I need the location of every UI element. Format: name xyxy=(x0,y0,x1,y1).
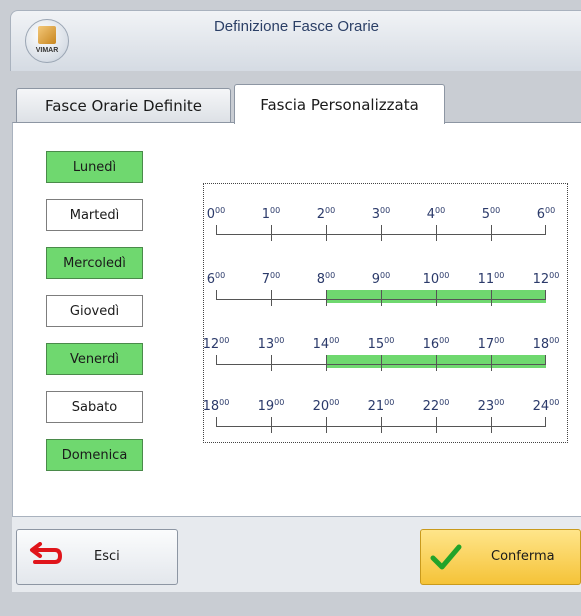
hour-tick xyxy=(271,417,272,433)
hour-label: 300 xyxy=(371,206,391,222)
tab-label: Fascia Personalizzata xyxy=(260,95,419,114)
hour-label: 100 xyxy=(261,206,281,222)
tab-label: Fasce Orarie Definite xyxy=(44,96,202,115)
hour-tick xyxy=(381,417,382,433)
tab-fascia-personalizzata[interactable]: Fascia Personalizzata xyxy=(234,84,445,124)
day-button-6[interactable]: Domenica xyxy=(46,439,143,471)
hour-tick xyxy=(436,417,437,433)
hour-label: 2000 xyxy=(312,398,340,414)
hour-label: 700 xyxy=(261,271,281,287)
time-track[interactable] xyxy=(216,225,546,243)
hour-label: 1000 xyxy=(422,271,450,287)
logo-text: VIMAR xyxy=(35,47,59,54)
hour-label: 500 xyxy=(481,206,501,222)
day-button-5[interactable]: Sabato xyxy=(46,391,143,423)
hour-label: 600 xyxy=(536,206,556,222)
hour-label: 1300 xyxy=(257,336,285,352)
hour-label: 900 xyxy=(371,271,391,287)
day-button-0[interactable]: Lunedì xyxy=(46,151,143,183)
hour-label: 1800 xyxy=(532,336,560,352)
hour-tick xyxy=(491,290,492,306)
undo-arrow-icon xyxy=(30,542,63,564)
title-bar: VIMAR Definizione Fasce Orarie xyxy=(10,10,581,71)
window: VIMAR Definizione Fasce Orarie Fasce Ora… xyxy=(0,0,581,616)
hour-tick xyxy=(326,417,327,433)
hour-label: 2400 xyxy=(532,398,560,414)
hour-label: 800 xyxy=(316,271,336,287)
hour-label: 1200 xyxy=(532,271,560,287)
hour-tick xyxy=(436,355,437,371)
hour-label: 1500 xyxy=(367,336,395,352)
hour-tick xyxy=(491,225,492,241)
hour-tick xyxy=(491,417,492,433)
hour-label: 1900 xyxy=(257,398,285,414)
hour-label: 600 xyxy=(206,271,226,287)
hour-label: 2200 xyxy=(422,398,450,414)
hour-label: 1200 xyxy=(202,336,230,352)
hour-label: 1800 xyxy=(202,398,230,414)
time-track[interactable] xyxy=(216,417,546,435)
hour-tick xyxy=(381,225,382,241)
hour-label: 1600 xyxy=(422,336,450,352)
hour-label: 2300 xyxy=(477,398,505,414)
hour-tick xyxy=(271,225,272,241)
hour-tick xyxy=(326,225,327,241)
time-track[interactable] xyxy=(216,355,546,373)
tab-fasce-orarie-definite[interactable]: Fasce Orarie Definite xyxy=(16,88,231,122)
hour-tick xyxy=(326,290,327,306)
hour-tick xyxy=(381,290,382,306)
day-button-1[interactable]: Martedì xyxy=(46,199,143,231)
day-button-4[interactable]: Venerdì xyxy=(46,343,143,375)
hour-label: 000 xyxy=(206,206,226,222)
status-bar xyxy=(0,592,581,616)
conferma-button[interactable]: Conferma xyxy=(420,529,581,585)
hour-tick xyxy=(491,355,492,371)
hour-label: 400 xyxy=(426,206,446,222)
hour-label: 1100 xyxy=(477,271,505,287)
day-button-3[interactable]: Giovedì xyxy=(46,295,143,327)
conferma-label: Conferma xyxy=(491,549,555,564)
hour-tick xyxy=(436,225,437,241)
hour-label: 200 xyxy=(316,206,336,222)
esci-label: Esci xyxy=(94,549,120,564)
hour-tick xyxy=(271,290,272,306)
hour-tick xyxy=(436,290,437,306)
window-title: Definizione Fasce Orarie xyxy=(213,18,380,35)
hour-label: 1400 xyxy=(312,336,340,352)
hour-tick xyxy=(326,355,327,371)
hour-tick xyxy=(381,355,382,371)
hour-label: 1700 xyxy=(477,336,505,352)
esci-button[interactable]: Esci xyxy=(16,529,178,585)
day-button-2[interactable]: Mercoledì xyxy=(46,247,143,279)
hour-tick xyxy=(271,355,272,371)
hour-label: 2100 xyxy=(367,398,395,414)
time-track[interactable] xyxy=(216,290,546,308)
checkmark-icon xyxy=(430,544,462,570)
